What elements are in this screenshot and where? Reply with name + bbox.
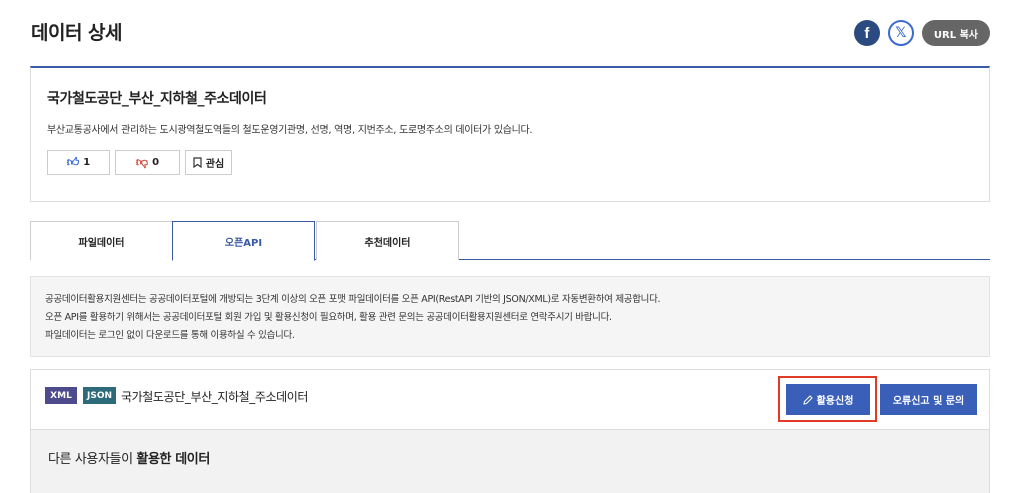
tab-recommended-data[interactable]: 추천데이터 <box>316 221 459 260</box>
thumbs-up-icon: 👍︎ <box>66 155 80 169</box>
notice-line: 공공데이터활용지원센터는 공공데이터포털에 개방되는 3단계 이상의 오픈 포맷… <box>45 294 661 305</box>
url-copy-button[interactable]: URL 복사 <box>921 20 990 46</box>
pencil-icon <box>802 394 813 405</box>
facebook-icon[interactable]: f <box>853 20 880 46</box>
xml-badge: XML <box>45 387 77 404</box>
json-badge: JSON <box>83 387 116 404</box>
apply-button[interactable]: 활용신청 <box>786 384 870 415</box>
tab-file-data[interactable]: 파일데이터 <box>30 221 173 260</box>
section-heading: 다른 사용자들이 활용한 데이터 <box>48 452 210 467</box>
tab-open-api[interactable]: 오픈API <box>172 221 315 261</box>
notice-line: 파일데이터는 로그인 없이 다운로드를 통해 이용하실 수 있습니다. <box>45 330 295 341</box>
other-users-section: 다른 사용자들이 활용한 데이터 <box>30 429 990 493</box>
like-count: 1 <box>83 157 91 168</box>
thumbs-down-icon: 👎︎ <box>135 155 149 169</box>
favorite-label: 관심 <box>205 159 225 170</box>
report-button[interactable]: 오류신고 및 문의 <box>880 384 977 415</box>
favorite-button[interactable]: 관심 <box>185 150 232 175</box>
data-tabs: 파일데이터 오픈API 추천데이터 <box>30 221 990 261</box>
bookmark-icon <box>193 157 202 168</box>
notice-line: 오픈 API를 활용하기 위해서는 공공데이터포털 회원 가입 및 활용신청이 … <box>45 312 612 323</box>
dataset-summary: 국가철도공단_부산_지하철_주소데이터 부산교통공사에서 관리하는 도시광역철도… <box>30 66 990 202</box>
apply-label: 활용신청 <box>816 396 854 407</box>
page-title: 데이터 상세 <box>31 22 123 44</box>
like-button[interactable]: 👍︎ 1 <box>47 150 110 175</box>
api-item: XML JSON 국가철도공단_부산_지하철_주소데이터 활용신청 오류신고 및… <box>30 369 990 429</box>
x-icon[interactable]: 𝕏 <box>887 20 914 46</box>
dataset-description: 부산교통공사에서 관리하는 도시광역철도역들의 철도운영기관명, 선명, 역명,… <box>47 125 533 136</box>
notice-box: 공공데이터활용지원센터는 공공데이터포털에 개방되는 3단계 이상의 오픈 포맷… <box>30 276 990 357</box>
dislike-count: 0 <box>152 157 160 168</box>
share-bar: f 𝕏 URL 복사 <box>853 20 990 46</box>
dislike-button[interactable]: 👎︎ 0 <box>115 150 180 175</box>
dataset-title: 국가철도공단_부산_지하철_주소데이터 <box>47 91 267 107</box>
api-name: 국가철도공단_부산_지하철_주소데이터 <box>121 390 309 404</box>
